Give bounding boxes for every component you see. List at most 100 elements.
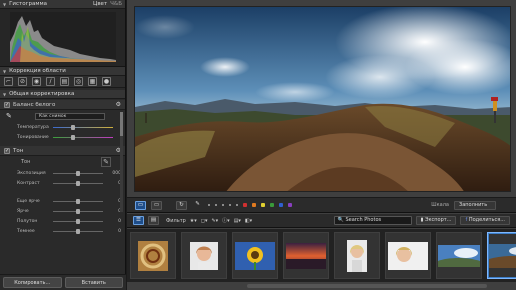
brush-tool-icon[interactable]: ∕ bbox=[46, 77, 55, 86]
tone-section[interactable]: ✓ Тон ⚙ bbox=[0, 146, 125, 156]
paste-button[interactable]: Вставить bbox=[64, 277, 123, 288]
thumbnail-panorama-sky[interactable] bbox=[436, 232, 482, 279]
crop-tool-icon[interactable]: ⌐ bbox=[4, 77, 13, 86]
tone-picker-icon[interactable]: ✎ bbox=[101, 157, 111, 167]
tint-slider[interactable] bbox=[53, 134, 113, 140]
main-photo-preview[interactable] bbox=[134, 6, 511, 192]
darker-label: Темнее bbox=[17, 228, 35, 234]
histogram-mode-bw[interactable]: Ч&Б bbox=[110, 1, 122, 7]
tone-checkbox[interactable]: ✓ bbox=[4, 147, 10, 154]
tone-header-row: Тон ✎ bbox=[0, 156, 125, 168]
circle-tool-icon[interactable]: ● bbox=[102, 77, 111, 86]
darker-value[interactable]: 0 bbox=[111, 229, 121, 234]
brighter-slider[interactable] bbox=[53, 198, 103, 204]
midtones-slider[interactable] bbox=[53, 218, 103, 224]
grid-view-icon[interactable]: ☰ bbox=[133, 216, 144, 225]
temperature-label: Температура bbox=[17, 124, 49, 130]
thumbnail-sunset-lake[interactable] bbox=[283, 232, 329, 279]
panorama-image bbox=[135, 7, 510, 191]
darker-slider[interactable] bbox=[53, 228, 103, 234]
search-placeholder: Search Photos bbox=[345, 217, 382, 223]
tone-label: Тон bbox=[21, 159, 31, 165]
red-eye-tool-icon[interactable]: ◉ bbox=[32, 77, 41, 86]
white-balance-checkbox[interactable]: ✓ bbox=[4, 101, 10, 108]
color-label-red-icon[interactable] bbox=[243, 203, 247, 207]
histogram-header[interactable]: ▼ Гистограмма Цвет Ч&Б bbox=[0, 0, 125, 9]
gear-icon[interactable]: ⚙ bbox=[116, 101, 121, 108]
collapse-triangle-icon[interactable]: ▼ bbox=[3, 69, 6, 74]
exposure-row: Экспозиция 000 bbox=[0, 168, 125, 178]
color-label-green-icon[interactable] bbox=[270, 203, 274, 207]
eraser-tool-icon[interactable]: ▦ bbox=[88, 77, 97, 86]
search-input[interactable]: 🔍 Search Photos bbox=[333, 216, 412, 225]
left-panel-scrollbar[interactable] bbox=[120, 112, 123, 212]
bright-slider[interactable] bbox=[53, 208, 103, 214]
info-icon[interactable]: ⓘ▾ bbox=[222, 217, 230, 224]
eyedropper-icon[interactable]: ✎ bbox=[6, 112, 12, 120]
rotate-icon[interactable]: ↻ bbox=[176, 200, 187, 210]
region-tools: ⌐ ⊘ ◉ ∕ ▤ ◎ ▦ ● bbox=[0, 76, 125, 88]
collapse-triangle-icon[interactable]: ▼ bbox=[3, 92, 6, 97]
thumbnail-woman-portrait-2[interactable] bbox=[334, 232, 380, 279]
white-balance-section[interactable]: ✓ Баланс белого ⚙ bbox=[0, 100, 125, 110]
layout-icon[interactable]: ▤▾ bbox=[234, 218, 241, 224]
thumbnail-scrollbar[interactable] bbox=[247, 284, 487, 288]
filter-label[interactable]: Фильтр bbox=[166, 218, 186, 224]
thumbnail-woman-portrait-3[interactable] bbox=[385, 232, 431, 279]
general-correction-header[interactable]: ▼ Общая корректировка bbox=[0, 90, 125, 99]
midtones-value[interactable]: 0 bbox=[111, 219, 121, 224]
thumbnail-woman-portrait[interactable] bbox=[181, 232, 227, 279]
general-correction-title: Общая корректировка bbox=[9, 91, 75, 97]
share-label: Поделиться... bbox=[468, 217, 505, 223]
app-window: ▼ Гистограмма Цвет Ч&Б ▼ Коррекция облас… bbox=[0, 0, 516, 290]
color-label-yellow-icon[interactable] bbox=[261, 203, 265, 207]
thumbnail-spiral-shell[interactable] bbox=[130, 232, 176, 279]
list-view-icon[interactable]: ▤ bbox=[148, 216, 159, 225]
thumbnail-sunflower[interactable] bbox=[232, 232, 278, 279]
viewer-toolbar: ▭ ▭ ↻ ✎ Шкала Заполнить bbox=[127, 197, 516, 213]
tint-row: Тонирование bbox=[0, 132, 125, 142]
select-icon[interactable]: ◻▾ bbox=[201, 218, 208, 224]
region-correction-title: Коррекция области bbox=[9, 68, 66, 74]
tag-icon[interactable]: ✎▾ bbox=[211, 218, 218, 224]
copy-button[interactable]: Копировать... bbox=[3, 277, 62, 288]
color-label-purple-icon[interactable] bbox=[288, 203, 292, 207]
histogram-graph bbox=[10, 12, 116, 62]
thumbnail-panorama-mountain[interactable]: ⊙ bbox=[487, 232, 516, 279]
sort-icon[interactable]: ★▾ bbox=[190, 218, 197, 224]
thumbsize-icon[interactable]: ◧▾ bbox=[245, 218, 252, 224]
bright-row: Ярче 0 bbox=[0, 206, 125, 216]
browser-toolbar: ☰ ▤ Фильтр ★▾ ◻▾ ✎▾ ⓘ▾ ▤▾ ◧▾ 🔍 Search Ph… bbox=[127, 214, 516, 228]
heal-tool-icon[interactable]: ⊘ bbox=[18, 77, 27, 86]
midtones-label: Полутон bbox=[17, 218, 38, 224]
temperature-slider[interactable] bbox=[53, 124, 113, 130]
darker-row: Темнее 0 bbox=[0, 226, 125, 236]
color-label-blue-icon[interactable] bbox=[279, 203, 283, 207]
scale-label: Шкала bbox=[431, 202, 449, 208]
midtones-row: Полутон 0 bbox=[0, 216, 125, 226]
contrast-label: Контраст bbox=[17, 180, 40, 186]
scale-dropdown[interactable]: Заполнить bbox=[454, 200, 496, 210]
thumbnail-strip: ⊙ bbox=[127, 229, 516, 282]
contrast-slider[interactable] bbox=[53, 180, 103, 186]
brighter-row: Еще ярче 0 bbox=[0, 196, 125, 206]
compare-view-icon[interactable]: ▭ bbox=[151, 200, 162, 210]
histogram-title: Гистограмма bbox=[9, 1, 48, 7]
tone-title: Тон bbox=[13, 147, 24, 154]
white-balance-preset-row: ✎ Как снимок bbox=[0, 110, 125, 122]
contrast-row: Контраст 0 bbox=[0, 178, 125, 188]
histogram-panel bbox=[0, 9, 125, 67]
white-balance-preset-dropdown[interactable]: Как снимок bbox=[35, 112, 105, 120]
gradient-tool-icon[interactable]: ▤ bbox=[60, 77, 69, 86]
single-view-icon[interactable]: ▭ bbox=[135, 200, 146, 210]
histogram-mode-color[interactable]: Цвет bbox=[93, 1, 107, 7]
color-label-orange-icon[interactable] bbox=[252, 203, 256, 207]
share-button[interactable]: f Поделиться... bbox=[460, 216, 510, 225]
export-label: Экспорт... bbox=[425, 217, 452, 223]
collapse-triangle-icon[interactable]: ▼ bbox=[3, 2, 6, 7]
export-button[interactable]: ▮ Экспорт... bbox=[415, 216, 457, 225]
edit-pen-icon[interactable]: ✎ bbox=[192, 201, 203, 210]
radial-tool-icon[interactable]: ◎ bbox=[74, 77, 83, 86]
region-correction-header[interactable]: ▼ Коррекция области bbox=[0, 67, 125, 76]
exposure-slider[interactable] bbox=[53, 170, 103, 176]
